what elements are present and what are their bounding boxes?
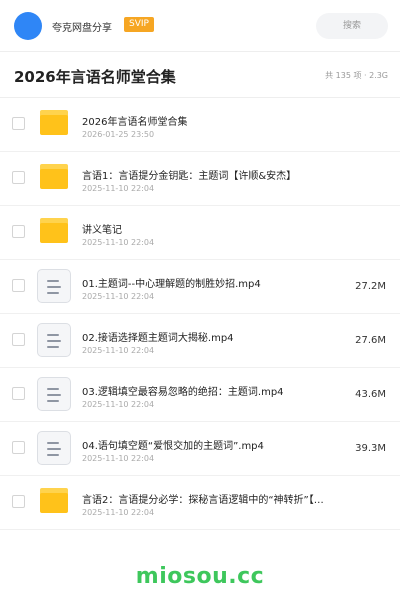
folder-summary: 共 135 项 · 2.3G (325, 71, 388, 80)
item-name: 04.语句填空题“爱恨交加的主题词”.mp4 (82, 441, 264, 452)
watermark: miosou.cc (135, 564, 265, 589)
row-checkbox[interactable] (12, 117, 25, 130)
item-date: 2025-11-10 22:04 (82, 238, 155, 247)
folder-row[interactable]: 2026年言语名师堂合集 2026-01-25 23:50 (0, 98, 400, 152)
folder-icon (40, 218, 68, 243)
item-name: 2026年言语名师堂合集 (82, 117, 188, 128)
row-checkbox[interactable] (12, 387, 25, 400)
row-checkbox[interactable] (12, 441, 25, 454)
item-date: 2025-11-10 22:04 (82, 508, 155, 517)
item-date: 2025-11-10 22:04 (82, 184, 155, 193)
avatar[interactable] (14, 12, 42, 40)
folder-icon (40, 110, 68, 135)
file-icon (37, 323, 71, 357)
folder-row[interactable]: 言语2：言语提分必学：探秘言语逻辑中的“神转折”【… 2025-11-10 22:… (0, 476, 400, 530)
file-list: 2026年言语名师堂合集 2026-01-25 23:50 言语1：言语提分金钥匙：… (0, 98, 400, 530)
file-icon (37, 431, 71, 465)
item-date: 2025-11-10 22:04 (82, 400, 155, 409)
file-icon (37, 377, 71, 411)
item-name: 03.逻辑填空最容易忽略的绝招：主题词.mp4 (82, 387, 284, 398)
brand-label: 夸克网盘分享 (52, 23, 112, 34)
file-row[interactable]: 03.逻辑填空最容易忽略的绝招：主题词.mp4 2025-11-10 22:04 4… (0, 368, 400, 422)
item-name: 讲义笔记 (82, 225, 122, 236)
vip-badge: SVIP (124, 17, 154, 32)
item-date: 2026-01-25 23:50 (82, 130, 155, 139)
item-name: 02.接语选择题主题词大揭秘.mp4 (82, 333, 234, 344)
page-title: 2026年言语名师堂合集 (14, 68, 176, 86)
row-checkbox[interactable] (12, 279, 25, 292)
row-checkbox[interactable] (12, 333, 25, 346)
item-name: 言语2：言语提分必学：探秘言语逻辑中的“神转折”【… (82, 495, 324, 506)
item-date: 2025-11-10 22:04 (82, 454, 155, 463)
item-date: 2025-11-10 22:04 (82, 346, 155, 355)
folder-icon (40, 164, 68, 189)
item-name: 01.主题词--中心理解题的制胜妙招.mp4 (82, 279, 261, 290)
file-icon (37, 269, 71, 303)
item-size: 43.6M (355, 389, 386, 400)
folder-icon (40, 488, 68, 513)
row-checkbox[interactable] (12, 225, 25, 238)
item-name: 言语1：言语提分金钥匙：主题词【许顺&安杰】 (82, 171, 297, 182)
row-checkbox[interactable] (12, 495, 25, 508)
folder-row[interactable]: 言语1：言语提分金钥匙：主题词【许顺&安杰】 2025-11-10 22:04 (0, 152, 400, 206)
title-row: 2026年言语名师堂合集 共 135 项 · 2.3G (0, 52, 400, 98)
folder-row[interactable]: 讲义笔记 2025-11-10 22:04 (0, 206, 400, 260)
file-row[interactable]: 02.接语选择题主题词大揭秘.mp4 2025-11-10 22:04 27.6M (0, 314, 400, 368)
item-size: 27.2M (355, 281, 386, 292)
file-row[interactable]: 01.主题词--中心理解题的制胜妙招.mp4 2025-11-10 22:04 27… (0, 260, 400, 314)
row-checkbox[interactable] (12, 171, 25, 184)
file-row[interactable]: 04.语句填空题“爱恨交加的主题词”.mp4 2025-11-10 22:04 39… (0, 422, 400, 476)
item-date: 2025-11-10 22:04 (82, 292, 155, 301)
search-button[interactable]: 搜索 (316, 13, 388, 39)
item-size: 39.3M (355, 443, 386, 454)
item-size: 27.6M (355, 335, 386, 346)
top-bar: 夸克网盘分享 SVIP 搜索 (0, 0, 400, 52)
